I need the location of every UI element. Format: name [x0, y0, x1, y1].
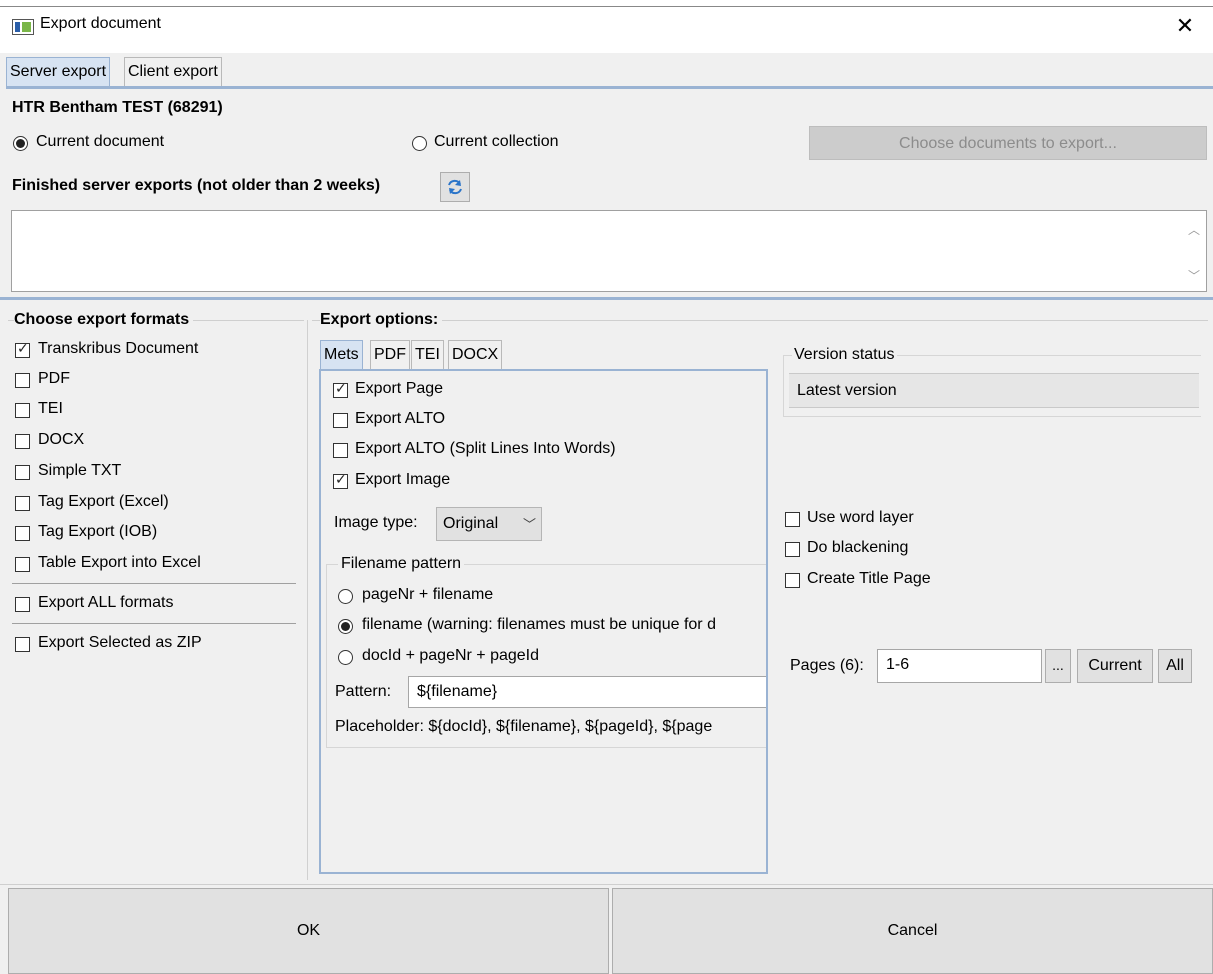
vertical-divider: [307, 320, 308, 880]
window-title: Export document: [40, 15, 161, 32]
placeholder-text: Placeholder: ${docId}, ${filename}, ${pa…: [335, 718, 713, 735]
label-filename: filename (warning: filenames must be uni…: [362, 616, 716, 633]
filename-pattern-legend: Filename pattern: [338, 555, 465, 573]
version-status-legend: Version status: [792, 346, 897, 364]
subtab-tei[interactable]: TEI: [411, 340, 444, 370]
label-export-all: Export ALL formats: [38, 594, 174, 611]
radio-filename[interactable]: [338, 619, 353, 634]
checkbox-export-alto[interactable]: [333, 413, 348, 428]
label-export-page: Export Page: [355, 380, 444, 397]
label-simple-txt: Simple TXT: [38, 462, 122, 479]
label-use-word-layer: Use word layer: [807, 509, 914, 526]
label-tag-export-excel: Tag Export (Excel): [38, 493, 169, 510]
checkbox-export-image[interactable]: [333, 471, 348, 489]
label-export-alto: Export ALTO: [355, 410, 446, 427]
cancel-button[interactable]: Cancel: [612, 888, 1213, 974]
radio-current-collection[interactable]: [412, 136, 427, 151]
finished-exports-label: Finished server exports (not older than …: [12, 177, 381, 194]
checkbox-simple-txt[interactable]: [15, 465, 30, 480]
ok-button[interactable]: OK: [8, 888, 609, 974]
label-tei: TEI: [38, 400, 63, 417]
image-type-label: Image type:: [334, 514, 418, 531]
label-docid-pagenr-pageid: docId + pageNr + pageId: [362, 647, 540, 664]
formats-separator-2: [12, 623, 296, 624]
label-transkribus-document: Transkribus Document: [38, 340, 199, 357]
scroll-up-icon[interactable]: ︿: [1188, 221, 1200, 238]
options-group-line: [312, 320, 1208, 321]
formats-separator-1: [12, 583, 296, 584]
checkbox-tag-export-iob[interactable]: [15, 526, 30, 541]
label-pagenr-filename: pageNr + filename: [362, 586, 494, 603]
version-status-value: Latest version: [797, 382, 897, 399]
checkbox-create-title-page[interactable]: [785, 573, 800, 588]
pattern-input[interactable]: ${filename}: [408, 676, 766, 708]
subtab-pdf[interactable]: PDF: [370, 340, 410, 370]
label-tag-export-iob: Tag Export (IOB): [38, 523, 158, 540]
pages-label: Pages (6):: [790, 657, 864, 674]
section-divider: [0, 297, 1213, 300]
document-title: HTR Bentham TEST (68291): [12, 99, 223, 116]
checkbox-use-word-layer[interactable]: [785, 512, 800, 527]
tab-client-export[interactable]: Client export: [124, 57, 222, 87]
radio-pagenr-filename[interactable]: [338, 589, 353, 604]
subtab-docx[interactable]: DOCX: [448, 340, 503, 370]
pages-current-button[interactable]: Current: [1077, 649, 1153, 683]
choose-documents-button[interactable]: Choose documents to export...: [809, 126, 1207, 160]
label-pdf: PDF: [38, 370, 70, 387]
checkbox-pdf[interactable]: [15, 373, 30, 388]
radio-docid-pagenr-pageid[interactable]: [338, 650, 353, 665]
checkbox-tei[interactable]: [15, 403, 30, 418]
label-export-alto-split: Export ALTO (Split Lines Into Words): [355, 440, 616, 457]
image-type-select[interactable]: Original ﹀: [436, 507, 542, 541]
top-edge: [0, 0, 1213, 7]
checkbox-do-blackening[interactable]: [785, 542, 800, 557]
refresh-button[interactable]: [440, 172, 470, 202]
scroll-down-icon[interactable]: ﹀: [1188, 267, 1200, 284]
checkbox-export-page[interactable]: [333, 380, 348, 398]
finished-exports-list[interactable]: ︿ ﹀: [11, 210, 1207, 292]
pages-all-button[interactable]: All: [1158, 649, 1192, 683]
refresh-icon: [448, 179, 462, 195]
label-do-blackening: Do blackening: [807, 539, 909, 556]
checkbox-export-all[interactable]: [15, 597, 30, 612]
checkbox-tag-export-excel[interactable]: [15, 496, 30, 511]
checkbox-export-alto-split[interactable]: [333, 443, 348, 458]
label-current-collection: Current collection: [434, 133, 559, 150]
label-export-zip: Export Selected as ZIP: [38, 634, 202, 651]
image-type-value: Original: [443, 515, 499, 532]
app-icon: [12, 19, 34, 35]
pages-dots-button[interactable]: ...: [1045, 649, 1071, 683]
radio-current-document[interactable]: [13, 136, 28, 151]
label-export-image: Export Image: [355, 471, 451, 488]
tab-server-export[interactable]: Server export: [6, 57, 111, 87]
label-table-export-excel: Table Export into Excel: [38, 554, 201, 571]
label-current-document: Current document: [36, 133, 165, 150]
options-title: Export options:: [320, 311, 443, 329]
subtab-mets[interactable]: Mets: [320, 340, 363, 370]
checkbox-docx[interactable]: [15, 434, 30, 449]
pattern-label: Pattern:: [335, 683, 392, 700]
tab-underline: [6, 86, 1213, 89]
formats-title: Choose export formats: [14, 311, 194, 329]
close-icon[interactable]: ✕: [1170, 11, 1200, 41]
label-create-title-page: Create Title Page: [807, 570, 931, 587]
pages-input[interactable]: 1-6: [877, 649, 1042, 683]
version-status-select[interactable]: Latest version: [789, 373, 1199, 408]
label-docx: DOCX: [38, 431, 85, 448]
checkbox-table-export-excel[interactable]: [15, 557, 30, 572]
title-bar: [0, 7, 1213, 53]
chevron-down-icon: ﹀: [523, 517, 537, 532]
checkbox-transkribus-document[interactable]: [15, 340, 30, 358]
bottom-divider: [0, 884, 1213, 885]
checkbox-export-zip[interactable]: [15, 637, 30, 652]
